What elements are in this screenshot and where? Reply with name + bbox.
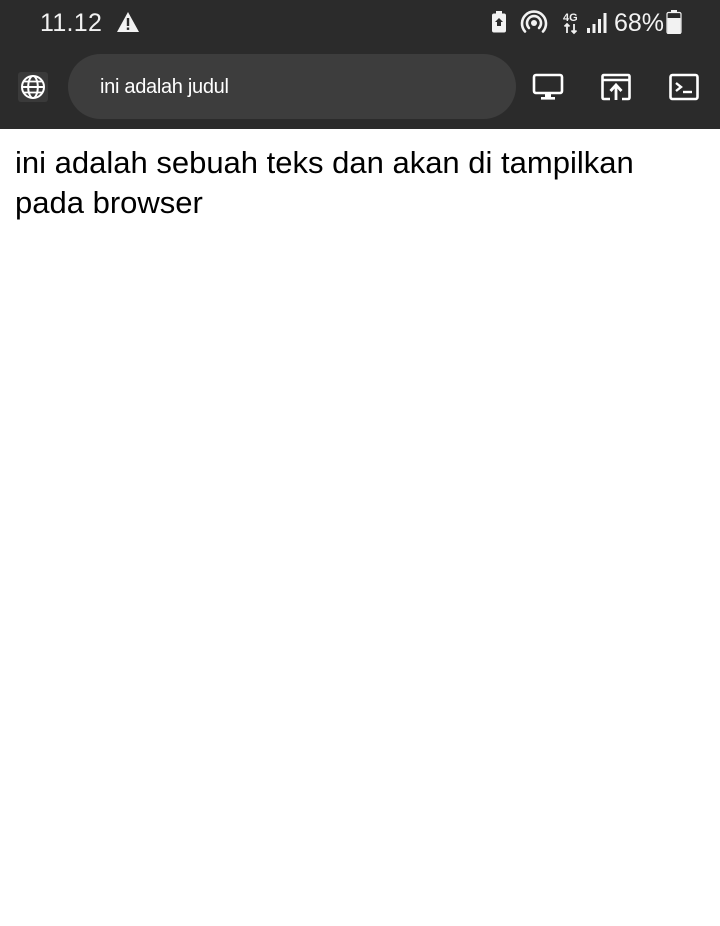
desktop-icon [532,73,564,100]
address-bar[interactable]: ini adalah judul [68,54,516,119]
battery-icon [666,10,682,34]
battery-percent: 68% [614,9,665,37]
network-4g-icon: 4G [563,12,578,35]
signal-icon [587,13,607,33]
network-type-label: 4G [563,12,578,24]
browser-toolbar: ini adalah judul [0,46,720,129]
share-button[interactable] [599,70,633,104]
upload-icon [601,73,631,101]
warning-icon [117,12,139,32]
status-bar: 11.12 4G 68% [0,0,720,46]
globe-icon [21,75,45,99]
page-body-text: ini adalah sebuah teks dan akan di tampi… [15,145,634,220]
page-title: ini adalah judul [100,76,229,98]
site-info-button[interactable] [18,72,48,102]
status-time: 11.12 [40,9,103,37]
hotspot-icon [520,10,548,33]
battery-saver-icon [492,11,506,33]
terminal-icon [669,73,699,101]
desktop-view-button[interactable] [531,70,565,104]
console-button[interactable] [667,70,701,104]
